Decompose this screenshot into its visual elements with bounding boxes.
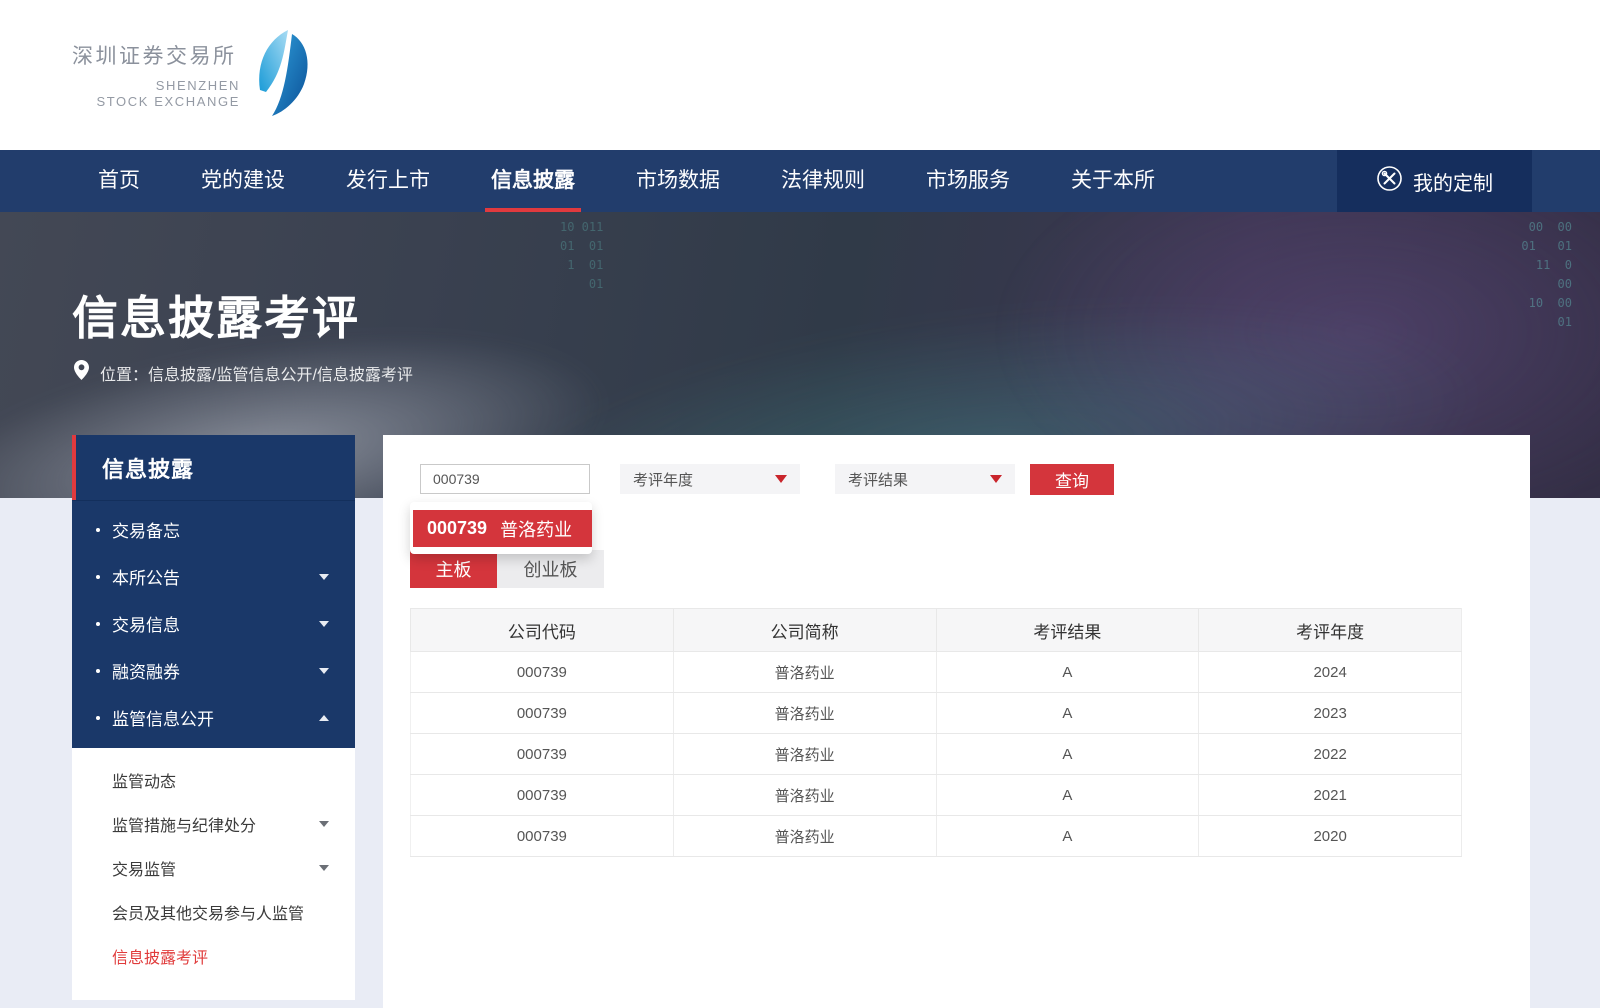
nav-item-disclosure[interactable]: 信息披露 bbox=[489, 150, 577, 212]
dropdown-caret-icon bbox=[990, 475, 1002, 483]
bullet-icon bbox=[96, 622, 100, 626]
sidebar-item-exchange-notices[interactable]: 本所公告 bbox=[72, 553, 355, 600]
board-tabs: 主板 创业板 bbox=[410, 550, 604, 588]
szse-logo[interactable]: 深圳证券交易所 SHENZHEN STOCK EXCHANGE bbox=[72, 40, 312, 123]
breadcrumb-text: 位置：信息披露/监管信息公开/信息披露考评 bbox=[100, 361, 413, 385]
nav-item-about[interactable]: 关于本所 bbox=[1069, 150, 1157, 212]
table-row: 000739 普洛药业 A 2020 bbox=[411, 816, 1462, 857]
binary-texture: 10 011 01 01 1 01 01 bbox=[560, 218, 603, 294]
chevron-down-icon bbox=[319, 621, 329, 627]
tools-circle-icon bbox=[1376, 165, 1403, 198]
submenu-item-disclosure-evaluation[interactable]: 信息披露考评 bbox=[72, 934, 355, 978]
submenu-item-member-supervision[interactable]: 会员及其他交易参与人监管 bbox=[72, 890, 355, 934]
location-pin-icon bbox=[74, 360, 89, 385]
nav-item-services[interactable]: 市场服务 bbox=[924, 150, 1012, 212]
sidebar-item-margin-trading[interactable]: 融资融券 bbox=[72, 647, 355, 694]
dropdown-caret-icon bbox=[775, 475, 787, 483]
suggestion-name: 普洛药业 bbox=[500, 516, 572, 542]
chevron-down-icon bbox=[319, 668, 329, 674]
eval-year-select[interactable]: 考评年度 bbox=[620, 464, 800, 494]
bullet-icon bbox=[96, 575, 100, 579]
table-row: 000739 普洛药业 A 2021 bbox=[411, 775, 1462, 816]
submenu-item-regulatory-news[interactable]: 监管动态 bbox=[72, 758, 355, 802]
my-customization-button[interactable]: 我的定制 bbox=[1337, 150, 1532, 212]
table-row: 000739 普洛药业 A 2023 bbox=[411, 693, 1462, 734]
sidebar-submenu: 监管动态 监管措施与纪律处分 交易监管 会员及其他交易参与人监管 信息披露考评 bbox=[72, 748, 355, 1000]
chevron-down-icon bbox=[319, 865, 329, 871]
main-content: 考评年度 考评结果 查询 000739 普洛药业 主板 创业板 公司代码 公司简… bbox=[383, 435, 1530, 1008]
bullet-icon bbox=[96, 716, 100, 720]
stock-code-input[interactable] bbox=[420, 464, 590, 494]
evaluation-table: 公司代码 公司简称 考评结果 考评年度 000739 普洛药业 A 2024 0… bbox=[410, 608, 1462, 857]
sidebar-item-regulatory-disclosure[interactable]: 监管信息公开 bbox=[72, 694, 355, 741]
main-nav: 首页 党的建设 发行上市 信息披露 市场数据 法律规则 市场服务 关于本所 我的… bbox=[0, 150, 1600, 212]
sidebar-header: 信息披露 bbox=[72, 435, 355, 500]
bullet-icon bbox=[96, 669, 100, 673]
my-customization-label: 我的定制 bbox=[1413, 167, 1493, 196]
table-header-row: 公司代码 公司简称 考评结果 考评年度 bbox=[411, 609, 1462, 652]
submenu-item-measures-discipline[interactable]: 监管措施与纪律处分 bbox=[72, 802, 355, 846]
chevron-down-icon bbox=[319, 821, 329, 827]
sidebar-menu: 交易备忘 本所公告 交易信息 融资融券 监管信息公开 bbox=[72, 500, 355, 748]
table-row: 000739 普洛药业 A 2024 bbox=[411, 652, 1462, 693]
col-company-code: 公司代码 bbox=[411, 609, 674, 652]
autocomplete-dropdown: 000739 普洛药业 bbox=[410, 502, 592, 554]
nav-item-home[interactable]: 首页 bbox=[96, 150, 142, 212]
logo-cn-text: 深圳证券交易所 bbox=[72, 40, 240, 70]
sidebar-item-trading-memo[interactable]: 交易备忘 bbox=[72, 506, 355, 553]
breadcrumb: 位置：信息披露/监管信息公开/信息披露考评 bbox=[74, 360, 413, 385]
nav-item-rules[interactable]: 法律规则 bbox=[779, 150, 867, 212]
table-row: 000739 普洛药业 A 2022 bbox=[411, 734, 1462, 775]
suggestion-code: 000739 bbox=[427, 518, 487, 539]
nav-item-party-building[interactable]: 党的建设 bbox=[199, 150, 287, 212]
eval-result-select[interactable]: 考评结果 bbox=[835, 464, 1015, 494]
logo-en-text: SHENZHEN STOCK EXCHANGE bbox=[72, 78, 240, 110]
query-button[interactable]: 查询 bbox=[1030, 464, 1114, 495]
nav-item-market-data[interactable]: 市场数据 bbox=[634, 150, 722, 212]
submenu-item-trading-supervision[interactable]: 交易监管 bbox=[72, 846, 355, 890]
nav-item-listing[interactable]: 发行上市 bbox=[344, 150, 432, 212]
col-eval-year: 考评年度 bbox=[1199, 609, 1462, 652]
bullet-icon bbox=[96, 528, 100, 532]
chevron-up-icon bbox=[319, 715, 329, 721]
binary-texture: 00 00 01 01 11 0 00 10 00 01 bbox=[1521, 218, 1572, 332]
autocomplete-suggestion[interactable]: 000739 普洛药业 bbox=[413, 510, 592, 547]
tab-main-board[interactable]: 主板 bbox=[410, 550, 497, 588]
sidebar-item-trading-info[interactable]: 交易信息 bbox=[72, 600, 355, 647]
site-header: 深圳证券交易所 SHENZHEN STOCK EXCHANGE bbox=[0, 0, 1600, 150]
col-company-name: 公司简称 bbox=[673, 609, 936, 652]
tab-chinext[interactable]: 创业板 bbox=[497, 550, 604, 588]
szse-logo-icon bbox=[254, 28, 312, 123]
chevron-down-icon bbox=[319, 574, 329, 580]
szse-page: 深圳证券交易所 SHENZHEN STOCK EXCHANGE bbox=[0, 0, 1600, 1008]
col-eval-result: 考评结果 bbox=[936, 609, 1199, 652]
page-title: 信息披露考评 bbox=[72, 282, 360, 348]
